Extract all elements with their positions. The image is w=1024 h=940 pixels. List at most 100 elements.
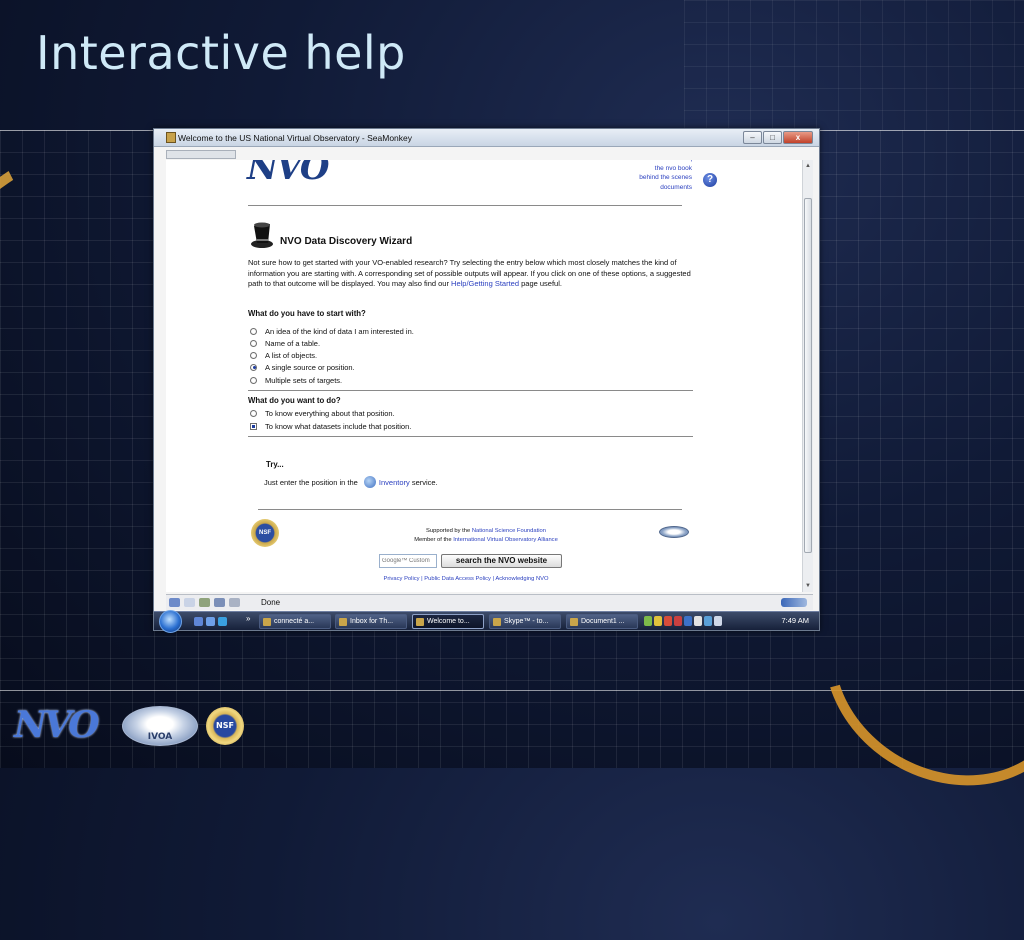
taskbar-button-connecte[interactable]: connecté a... [259,614,331,629]
start-option-single-source[interactable]: A single source or position. [250,362,355,372]
window-titlebar[interactable]: Welcome to the US National Virtual Obser… [154,129,819,147]
window-title: Welcome to the US National Virtual Obser… [178,133,413,143]
ivoa-logo-footer: IVOA [122,706,198,746]
radio-button-selected[interactable] [250,422,257,430]
divider [248,205,682,206]
question-want-to-do: What do you want to do? [248,396,341,405]
maximize-button[interactable]: □ [763,131,782,144]
status-text: Done [261,598,281,607]
top-links: faq the nvo book behind the scenes docum… [606,160,692,192]
inventory-link[interactable]: Inventory [379,478,410,487]
volume-icon[interactable] [714,616,722,626]
option-label: Multiple sets of targets. [265,375,343,385]
nvo-logo[interactable]: NVO [247,160,329,188]
divider [258,509,682,510]
network-icon[interactable] [704,616,712,626]
nsf-link[interactable]: National Science Foundation [472,528,546,534]
try-text: Just enter the position in the Inventory… [264,476,438,488]
browser-window: Welcome to the US National Virtual Obser… [153,128,820,633]
ivoa-logo[interactable] [659,526,689,538]
tab-strip[interactable] [166,150,236,159]
policy-links[interactable]: Privacy Policy | Public Data Access Poli… [346,576,586,582]
address-book-icon[interactable] [229,598,240,607]
divider [248,390,693,391]
google-search-input[interactable] [379,554,437,568]
nvo-logo-footer: NVO [14,704,100,746]
supported-by-label: Supported by the [426,528,472,534]
start-option-object-list[interactable]: A list of objects. [250,350,317,360]
status-bar: Done [166,594,813,610]
try-heading: Try... [266,460,284,469]
member-of-label: Member of the [414,537,454,543]
start-option-data-idea[interactable]: An idea of the kind of data I am interes… [250,326,414,336]
want-option-everything[interactable]: To know everything about that position. [250,408,395,418]
quick-launch [194,617,227,626]
composer-icon[interactable] [199,598,210,607]
divider [248,436,693,437]
question-start-with: What do you have to start with? [248,309,366,318]
page-viewport: NVO faq the nvo book behind the scenes d… [166,160,802,592]
start-button[interactable] [159,610,182,633]
chat-icon[interactable] [214,598,225,607]
start-option-table-name[interactable]: Name of a table. [250,338,320,348]
tray-icon[interactable] [664,616,672,626]
help-getting-started-link[interactable]: Help/Getting Started [451,279,519,288]
link-nvo-book[interactable]: the nvo book [606,164,692,174]
minimize-button[interactable]: – [743,131,762,144]
help-icon[interactable]: ? [703,173,717,187]
radio-button[interactable] [250,339,257,347]
taskbar-button-inbox[interactable]: Inbox for Th... [335,614,407,629]
tray-icon[interactable] [674,616,682,626]
tray-icon[interactable] [694,616,702,626]
option-label: A list of objects. [265,350,318,360]
ivoa-link[interactable]: International Virtual Observatory Allian… [453,537,558,543]
mail-icon[interactable] [184,598,195,607]
nsf-seal-logo[interactable]: NSF [251,519,279,547]
intro-text-end: page useful. [519,279,562,288]
show-desktop-icon[interactable] [194,617,203,626]
app-icon [166,132,176,143]
want-option-datasets[interactable]: To know what datasets include that posit… [250,421,411,431]
option-label: Name of a table. [265,338,321,348]
navigator-icon[interactable] [169,598,180,607]
tray-icon[interactable] [684,616,692,626]
taskbar-clock[interactable]: 7:49 AM [781,616,809,625]
option-label: An idea of the kind of data I am interes… [265,326,414,336]
taskbar-button-welcome[interactable]: Welcome to... [412,614,484,629]
status-bar-icons [169,598,240,607]
vertical-scrollbar[interactable]: ▲ ▼ [802,160,813,592]
radio-button[interactable] [250,409,257,417]
link-behind-scenes[interactable]: behind the scenes [606,173,692,183]
slide-title: Interactive help [36,26,406,80]
link-documents[interactable]: documents [606,183,692,193]
scrollbar-thumb[interactable] [804,198,812,553]
option-label: A single source or position. [265,362,355,372]
windows-taskbar: » connecté a... Inbox for Th... Welcome … [154,610,819,633]
intro-text: Not sure how to get started with your VO… [248,258,698,290]
radio-button-selected[interactable] [250,363,257,371]
tray-icon[interactable] [644,616,652,626]
switch-windows-icon[interactable] [206,617,215,626]
search-nvo-button[interactable]: search the NVO website [441,554,562,568]
radio-button[interactable] [250,351,257,359]
support-text: Supported by the National Science Founda… [356,527,616,545]
tray-icon[interactable] [654,616,662,626]
scroll-up-arrow[interactable]: ▲ [804,162,812,170]
start-option-multiple-targets[interactable]: Multiple sets of targets. [250,375,342,385]
try-text-end: service. [409,478,438,487]
taskbar-button-skype[interactable]: Skype™ - to... [489,614,561,629]
quick-launch-chevron-icon[interactable]: » [246,614,250,623]
inventory-icon [363,476,376,488]
online-status-icon[interactable] [781,598,807,607]
radio-button[interactable] [250,327,257,335]
radio-button[interactable] [250,376,257,384]
window-controls: – □ x [743,131,813,144]
close-button[interactable]: x [783,131,813,144]
internet-explorer-icon[interactable] [218,617,227,626]
try-text-start: Just enter the position in the [264,478,360,487]
option-label: To know what datasets include that posit… [265,421,412,431]
option-label: To know everything about that position. [265,408,395,418]
taskbar-button-document1[interactable]: Document1 ... [566,614,638,629]
scroll-down-arrow[interactable]: ▼ [804,582,812,590]
system-tray [644,616,722,626]
